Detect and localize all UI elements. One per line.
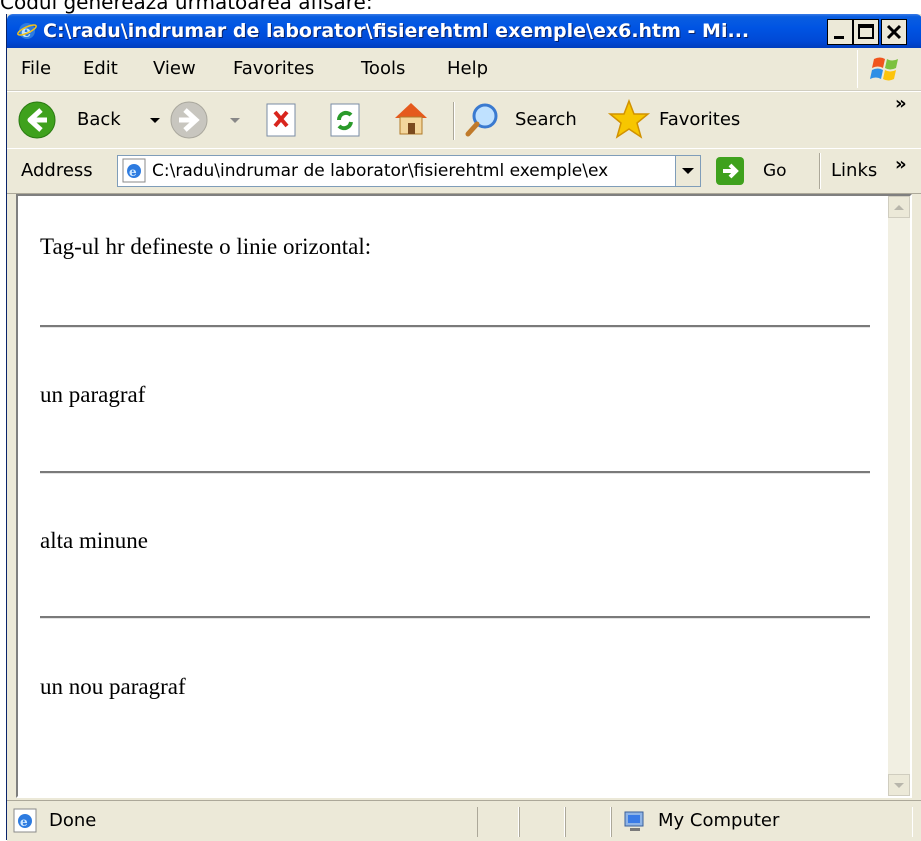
menu-view[interactable]: View bbox=[153, 48, 196, 90]
scroll-down-icon bbox=[894, 783, 904, 788]
forward-dropdown-icon bbox=[230, 118, 240, 123]
search-label: Search bbox=[515, 109, 577, 130]
address-bar: Address e C:\radu\indrumar de laborator\… bbox=[7, 148, 921, 194]
address-separator bbox=[819, 153, 821, 189]
status-bar: e Done My Computer bbox=[7, 800, 921, 841]
menu-favorites[interactable]: Favorites bbox=[233, 48, 314, 90]
forward-button[interactable] bbox=[169, 98, 249, 142]
back-button[interactable]: Back bbox=[17, 98, 167, 142]
links-button[interactable]: Links bbox=[831, 161, 877, 181]
close-icon bbox=[886, 24, 902, 40]
status-text: Done bbox=[49, 810, 97, 831]
address-label: Address bbox=[21, 160, 93, 181]
favorites-star-icon bbox=[607, 98, 651, 139]
go-arrow-icon bbox=[716, 157, 744, 185]
maximize-button[interactable] bbox=[853, 19, 879, 45]
refresh-icon[interactable] bbox=[329, 102, 363, 138]
go-label: Go bbox=[763, 161, 787, 181]
menu-help[interactable]: Help bbox=[447, 48, 488, 90]
search-icon bbox=[465, 103, 498, 137]
window-title: C:\radu\indrumar de laborator\fisierehtm… bbox=[43, 20, 750, 42]
favorites-label: Favorites bbox=[659, 109, 741, 130]
browser-window: e C:\radu\indrumar de laborator\fisiereh… bbox=[6, 14, 921, 841]
search-button[interactable]: Search bbox=[463, 98, 595, 142]
page-icon: e bbox=[122, 158, 146, 183]
vertical-scrollbar[interactable] bbox=[888, 196, 910, 796]
scroll-down-button[interactable] bbox=[888, 774, 910, 796]
title-bar[interactable]: e C:\radu\indrumar de laborator\fisiereh… bbox=[7, 14, 921, 48]
content-line-1: Tag-ul hr defineste o linie orizontal: bbox=[40, 234, 372, 259]
address-value: C:\radu\indrumar de laborator\fisierehtm… bbox=[152, 161, 609, 181]
horizontal-rule bbox=[40, 325, 870, 328]
close-button[interactable] bbox=[881, 19, 907, 45]
scroll-up-icon bbox=[894, 205, 904, 210]
minimize-button[interactable] bbox=[827, 19, 853, 45]
address-dropdown-button[interactable] bbox=[675, 156, 700, 186]
chevron-down-icon bbox=[682, 168, 694, 174]
links-chevron-icon[interactable]: » bbox=[895, 155, 907, 175]
content-line-4: un nou paragraf bbox=[40, 674, 186, 699]
menu-tools[interactable]: Tools bbox=[361, 48, 405, 90]
menu-file[interactable]: File bbox=[21, 48, 51, 90]
standard-toolbar: Back Search Favorites » bbox=[7, 91, 921, 149]
status-pane bbox=[565, 807, 611, 837]
content-line-2: un paragraf bbox=[40, 382, 146, 407]
maximize-icon bbox=[858, 24, 874, 39]
document-caption: Codul genereaza urmatoarea afisare: bbox=[0, 0, 373, 14]
horizontal-rule bbox=[40, 471, 870, 474]
forward-arrow-icon bbox=[170, 101, 208, 139]
zone-label: My Computer bbox=[658, 810, 780, 831]
svg-text:e: e bbox=[129, 165, 137, 179]
menu-bar: File Edit View Favorites Tools Help bbox=[7, 48, 921, 91]
status-pane bbox=[477, 807, 519, 837]
back-dropdown-icon bbox=[150, 118, 160, 123]
page-viewport[interactable]: Tag-ul hr defineste o linie orizontal: u… bbox=[16, 194, 912, 798]
home-icon[interactable] bbox=[391, 98, 431, 138]
minimize-icon bbox=[834, 36, 844, 39]
go-button[interactable]: Go bbox=[715, 155, 805, 187]
back-label: Back bbox=[77, 109, 121, 130]
favorites-button[interactable]: Favorites bbox=[607, 98, 767, 142]
stop-icon[interactable] bbox=[265, 102, 299, 138]
toolbar-separator bbox=[453, 102, 455, 140]
status-pane bbox=[519, 807, 565, 837]
toolbar-chevron-icon[interactable]: » bbox=[895, 94, 907, 114]
back-arrow-icon bbox=[18, 101, 56, 139]
scroll-up-button[interactable] bbox=[888, 196, 910, 218]
horizontal-rule bbox=[40, 616, 870, 619]
menu-edit[interactable]: Edit bbox=[83, 48, 118, 90]
status-page-icon: e bbox=[13, 808, 37, 833]
svg-text:e: e bbox=[20, 815, 28, 829]
my-computer-icon bbox=[624, 811, 644, 831]
windows-logo bbox=[857, 50, 914, 88]
internet-explorer-icon: e bbox=[17, 22, 37, 41]
address-input[interactable]: e C:\radu\indrumar de laborator\fisiereh… bbox=[117, 155, 701, 187]
zone-pane: My Computer bbox=[611, 807, 913, 837]
content-line-3: alta minune bbox=[40, 528, 148, 553]
